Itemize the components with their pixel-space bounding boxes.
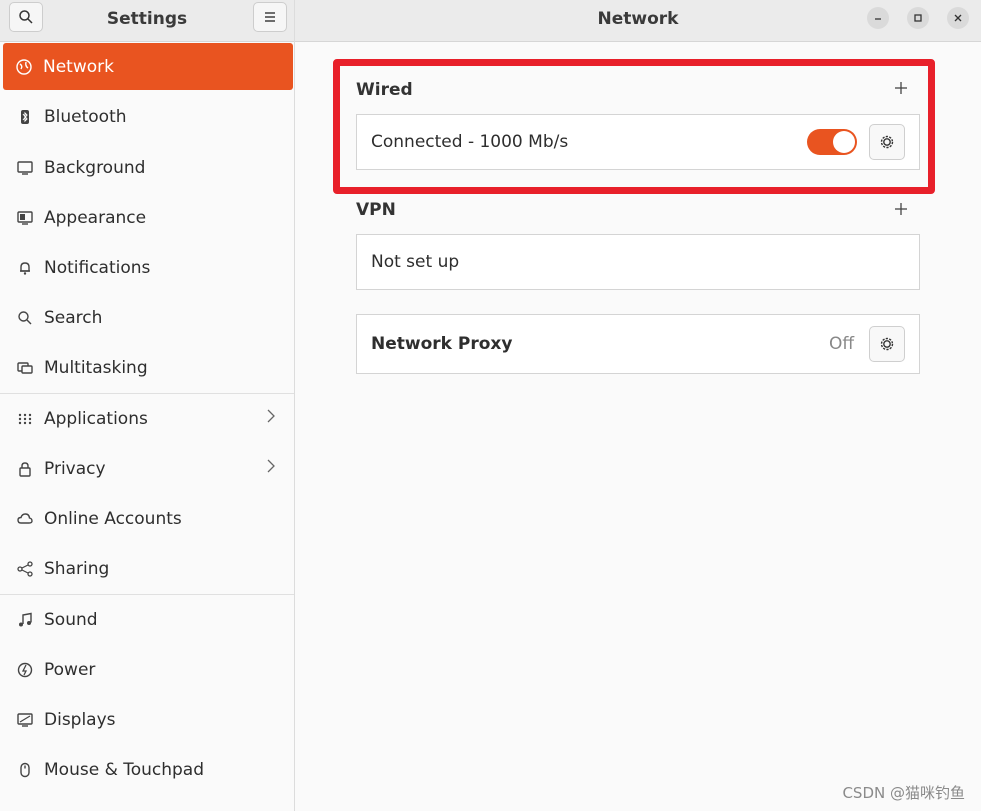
sidebar-item-label: Applications — [44, 408, 148, 429]
sidebar-item-label: Displays — [44, 709, 116, 730]
sidebar-item-label: Sound — [44, 609, 98, 630]
menu-button[interactable] — [253, 2, 287, 32]
sidebar-item-label: Multitasking — [44, 357, 148, 378]
sidebar-item-mouse-touchpad[interactable]: Mouse & Touchpad — [4, 746, 293, 793]
search-icon — [16, 309, 34, 327]
sidebar-item-applications[interactable]: Applications — [4, 395, 293, 442]
sidebar-item-notifications[interactable]: Notifications — [4, 244, 293, 291]
search-icon — [19, 10, 33, 24]
sidebar-item-label: Sharing — [44, 558, 110, 579]
maximize-icon — [914, 14, 922, 22]
maximize-button[interactable] — [907, 7, 929, 29]
add-vpn-button[interactable] — [894, 200, 908, 221]
close-button[interactable] — [947, 7, 969, 29]
sidebar-item-label: Online Accounts — [44, 508, 182, 529]
minimize-button[interactable] — [867, 7, 889, 29]
globe-icon — [15, 58, 33, 76]
share-icon — [16, 560, 34, 578]
minimize-icon — [875, 18, 881, 20]
highlight-box — [333, 59, 935, 194]
mouse-icon — [16, 761, 34, 779]
sidebar-item-label: Appearance — [44, 207, 147, 228]
close-icon — [954, 14, 962, 22]
vpn-row: Not set up — [356, 234, 920, 290]
gear-icon — [880, 337, 894, 351]
sidebar-item-appearance[interactable]: Appearance — [4, 194, 293, 241]
sidebar-item-multitasking[interactable]: Multitasking — [4, 344, 293, 391]
sidebar-item-label: Privacy — [44, 458, 106, 479]
sidebar-item-sound[interactable]: Sound — [4, 596, 293, 643]
divider — [0, 393, 294, 394]
plus-icon — [895, 203, 907, 215]
power-icon — [16, 661, 34, 679]
bell-icon — [16, 259, 34, 277]
monitor-icon — [16, 159, 34, 177]
bluetooth-icon — [16, 108, 34, 126]
sidebar-item-label: Mouse & Touchpad — [44, 759, 205, 780]
multitasking-icon — [16, 359, 34, 377]
chevron-right-icon — [266, 408, 276, 428]
watermark: CSDN @猫咪钓鱼 — [842, 784, 965, 802]
sidebar-item-search[interactable]: Search — [4, 294, 293, 341]
vpn-section-title: VPN — [356, 200, 396, 220]
network-proxy-row[interactable]: Network Proxy Off — [356, 314, 920, 374]
sidebar-item-sharing[interactable]: Sharing — [4, 545, 293, 592]
sidebar-title: Settings — [106, 9, 188, 29]
appearance-icon — [16, 209, 34, 227]
sidebar-item-label: Power — [44, 659, 96, 680]
sidebar-item-label: Notifications — [44, 257, 151, 278]
hamburger-icon — [265, 12, 275, 22]
sidebar-item-privacy[interactable]: Privacy — [4, 445, 293, 492]
sidebar-item-online-accounts[interactable]: Online Accounts — [4, 495, 293, 542]
cloud-icon — [16, 510, 34, 528]
network-proxy-value: Off — [829, 334, 855, 354]
lock-icon — [16, 460, 34, 478]
sidebar-item-power[interactable]: Power — [4, 646, 293, 693]
sidebar-item-bluetooth[interactable]: Bluetooth — [4, 93, 293, 140]
sidebar-item-label: Network — [43, 56, 114, 77]
sidebar-item-background[interactable]: Background — [4, 144, 293, 191]
sidebar-item-network[interactable]: Network — [3, 43, 293, 90]
main-header: Network — [295, 0, 981, 42]
proxy-settings-button[interactable] — [869, 326, 905, 362]
sidebar-item-label: Bluetooth — [44, 106, 127, 127]
divider — [0, 594, 294, 595]
search-button[interactable] — [9, 2, 43, 32]
sidebar-header: Settings — [0, 0, 294, 42]
sidebar-item-displays[interactable]: Displays — [4, 696, 293, 743]
music-note-icon — [16, 611, 34, 629]
vpn-status: Not set up — [371, 252, 460, 272]
sidebar: Settings Network Bluetooth Background Ap… — [0, 0, 295, 811]
chevron-right-icon — [266, 458, 276, 478]
sidebar-item-label: Background — [44, 157, 146, 178]
network-proxy-label: Network Proxy — [371, 334, 513, 354]
sidebar-item-label: Search — [44, 307, 103, 328]
display-icon — [16, 711, 34, 729]
grid-icon — [16, 410, 34, 428]
